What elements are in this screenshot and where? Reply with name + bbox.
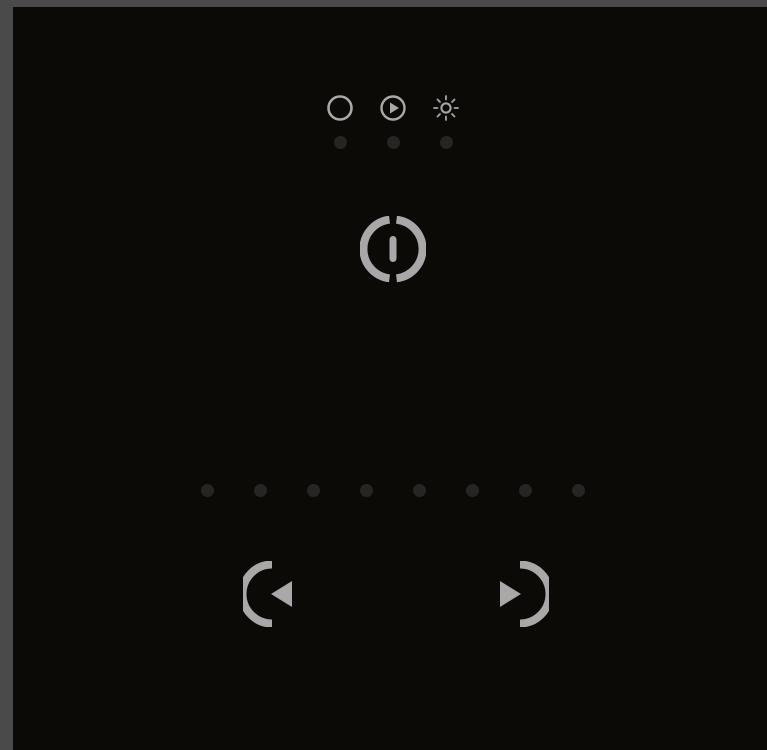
level-indicator-6 xyxy=(466,484,479,497)
circle-icon xyxy=(325,93,355,123)
play-icon xyxy=(378,93,408,123)
level-indicator-2 xyxy=(254,484,267,497)
level-indicator-5 xyxy=(413,484,426,497)
level-indicator-4 xyxy=(360,484,373,497)
mode-button-sun[interactable] xyxy=(431,93,461,123)
level-indicator-8 xyxy=(572,484,585,497)
level-indicator-1 xyxy=(201,484,214,497)
next-icon xyxy=(483,561,549,627)
previous-icon xyxy=(243,561,309,627)
sun-icon xyxy=(431,93,461,123)
mode-indicator-2 xyxy=(387,136,400,149)
power-button[interactable] xyxy=(360,216,426,282)
level-indicator-3 xyxy=(307,484,320,497)
next-button[interactable] xyxy=(483,561,549,627)
mode-indicator-3 xyxy=(440,136,453,149)
mode-button-play[interactable] xyxy=(378,93,408,123)
level-indicator-7 xyxy=(519,484,532,497)
power-icon xyxy=(360,216,426,282)
previous-button[interactable] xyxy=(243,561,309,627)
mode-button-circle[interactable] xyxy=(325,93,355,123)
control-panel xyxy=(13,7,767,750)
mode-indicator-1 xyxy=(334,136,347,149)
